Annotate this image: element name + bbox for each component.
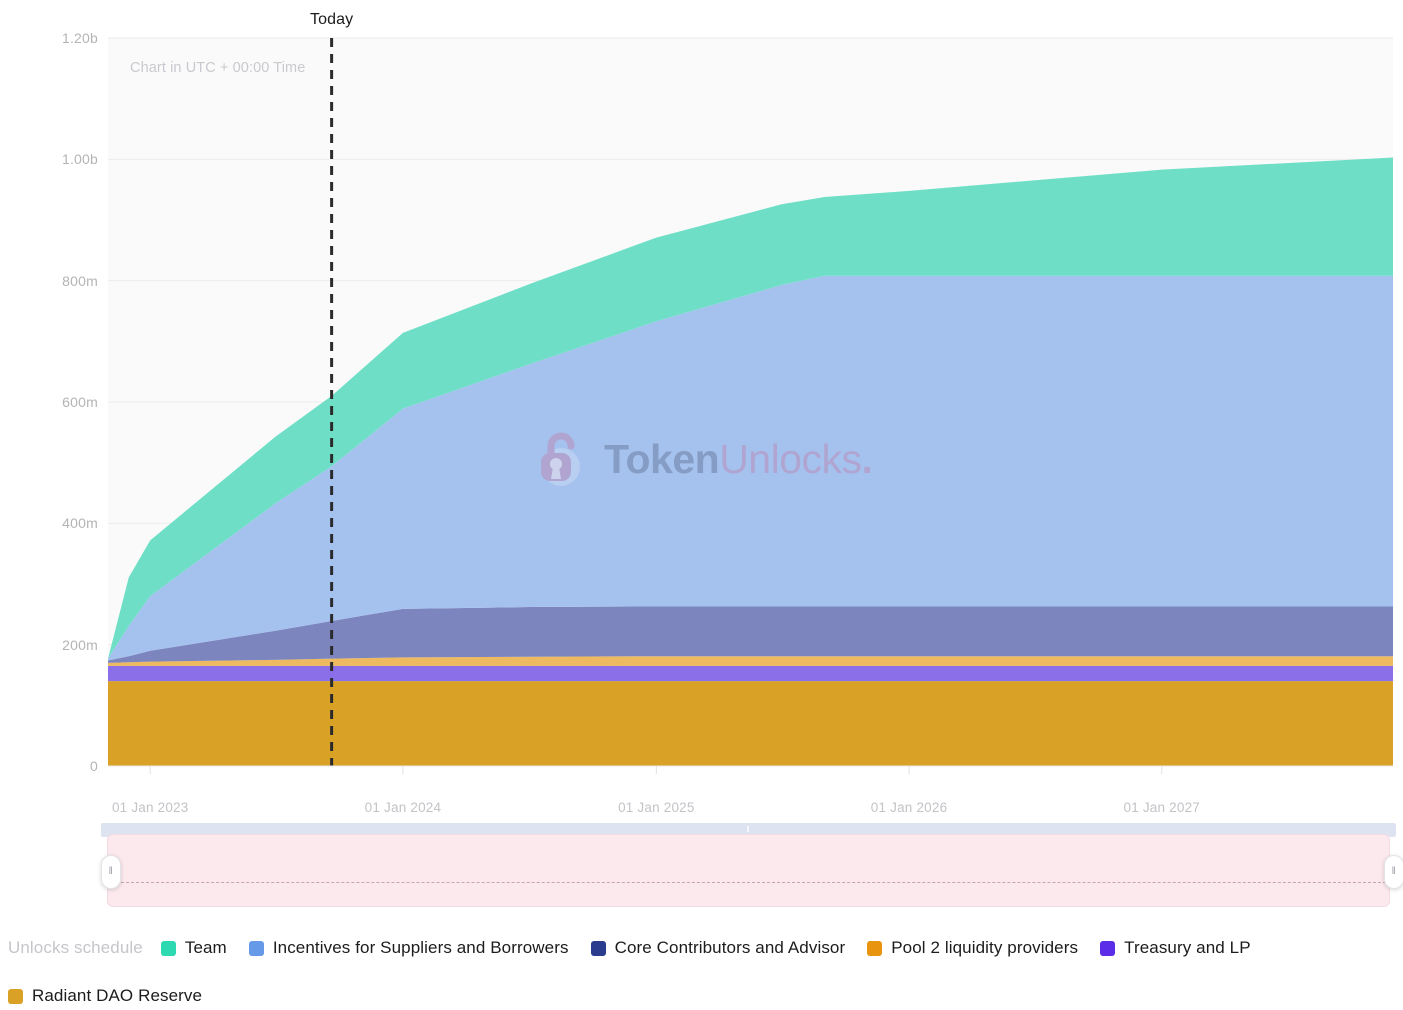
legend-item-label: Pool 2 liquidity providers — [891, 938, 1078, 958]
y-axis-tick-label: 800m — [38, 274, 98, 288]
area-series[interactable] — [108, 681, 1393, 766]
legend-color-swatch — [8, 989, 23, 1004]
x-axis-tick-label: 01 Jan 2026 — [871, 800, 948, 815]
time-range-slider[interactable]: ‖ ‖ ‖ — [101, 823, 1396, 909]
y-axis-tick-label: 1.20b — [38, 31, 98, 45]
y-axis: 0 200m 400m 600m 800m 1.00b 1.20b — [38, 0, 98, 820]
legend-item-label: Incentives for Suppliers and Borrowers — [273, 938, 569, 958]
y-axis-tick-label: 400m — [38, 516, 98, 530]
legend-item-label: Radiant DAO Reserve — [32, 986, 202, 1006]
legend-color-swatch — [867, 941, 882, 956]
slider-centerline — [116, 882, 1396, 883]
y-axis-tick-label: 1.00b — [38, 152, 98, 166]
legend-color-swatch — [591, 941, 606, 956]
utc-note: Chart in UTC + 00:00 Time — [130, 60, 305, 76]
y-axis-tick-label: 200m — [38, 638, 98, 652]
area-series[interactable] — [108, 666, 1393, 681]
legend-item[interactable]: Treasury and LP — [1100, 938, 1251, 958]
legend-item[interactable]: Core Contributors and Advisor — [591, 938, 846, 958]
slider-handle-right[interactable]: ‖ — [1384, 855, 1403, 889]
chart-canvas[interactable]: 0 200m 400m 600m 800m 1.00b 1.20b 01 Jan 2023 0… — [0, 0, 1403, 820]
today-label: Today — [310, 11, 353, 29]
grip-icon: ‖ — [1392, 867, 1397, 877]
slider-selected-range[interactable] — [107, 834, 1390, 907]
area-series-group[interactable] — [108, 158, 1393, 766]
stacked-area-plot[interactable] — [0, 0, 1403, 820]
legend-item[interactable]: Incentives for Suppliers and Borrowers — [249, 938, 569, 958]
slider-top-grip-icon[interactable]: ‖ — [746, 827, 750, 833]
legend-item[interactable]: Team — [161, 938, 227, 958]
legend-item[interactable]: Pool 2 liquidity providers — [867, 938, 1078, 958]
x-axis-tick-label: 01 Jan 2023 — [112, 800, 189, 815]
x-axis-tick-label: 01 Jan 2027 — [1123, 800, 1200, 815]
grip-icon: ‖ — [109, 867, 114, 877]
legend-item-label: Treasury and LP — [1124, 938, 1251, 958]
x-axis-tick-label: 01 Jan 2025 — [618, 800, 695, 815]
legend-item-label: Team — [185, 938, 227, 958]
legend-item[interactable]: Radiant DAO Reserve — [8, 986, 202, 1006]
unlocks-chart-page: 0 200m 400m 600m 800m 1.00b 1.20b 01 Jan 2023 0… — [0, 0, 1403, 1010]
legend-color-swatch — [249, 941, 264, 956]
legend-color-swatch — [1100, 941, 1115, 956]
legend-color-swatch — [161, 941, 176, 956]
slider-handle-left[interactable]: ‖ — [101, 855, 121, 889]
chart-legend[interactable]: Unlocks schedule Team Incentives for Supp… — [8, 938, 1398, 1006]
legend-item-label: Core Contributors and Advisor — [615, 938, 846, 958]
x-axis-tick-label: 01 Jan 2024 — [365, 800, 442, 815]
y-axis-tick-label: 0 — [38, 759, 98, 773]
y-axis-tick-label: 600m — [38, 395, 98, 409]
legend-title: Unlocks schedule — [8, 938, 143, 958]
